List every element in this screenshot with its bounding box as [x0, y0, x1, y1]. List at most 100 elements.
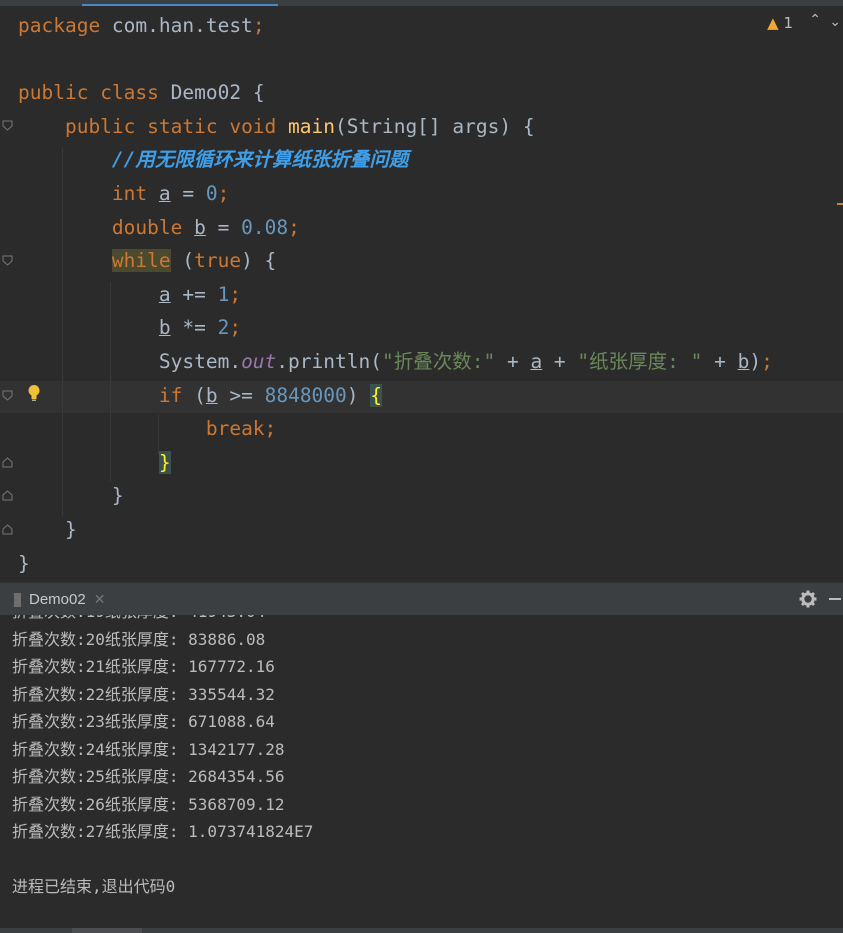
code-token: { [370, 383, 383, 407]
code-token: } [158, 450, 171, 474]
code-line[interactable]: break; [18, 414, 276, 444]
code-token: (String[] args) { [335, 114, 535, 138]
code-token: out [241, 350, 277, 373]
run-tool-window-header: Demo02 ✕ [0, 582, 843, 616]
code-token: *= [170, 316, 218, 340]
code-token: Demo02 { [170, 81, 265, 105]
unfold-icon[interactable] [2, 457, 13, 468]
code-token: double [18, 215, 195, 239]
code-token: ; [229, 316, 242, 340]
code-line[interactable]: System.out.println("折叠次数:" + a + "纸张厚度: … [18, 347, 773, 377]
code-token: } [18, 484, 124, 508]
code-token: } [18, 518, 77, 541]
code-token: 0 [205, 182, 218, 205]
inspection-widget[interactable]: ▲ 1 [767, 14, 793, 32]
code-line[interactable]: } [18, 515, 77, 545]
code-token: public [18, 81, 101, 105]
fold-icon[interactable] [2, 255, 13, 266]
gear-icon[interactable] [799, 590, 817, 608]
code-token: b [205, 383, 218, 407]
code-token: ; [217, 182, 230, 205]
code-token: package [18, 14, 112, 37]
code-token: static [147, 114, 230, 138]
unfold-icon[interactable] [2, 524, 13, 535]
code-line[interactable]: while (true) { [18, 246, 276, 276]
code-token: void [229, 114, 289, 138]
code-token: b [194, 215, 206, 239]
lightbulb-icon[interactable] [27, 384, 41, 402]
console-output[interactable]: 折叠次数:19纸张厚度: 41943.04 折叠次数:20纸张厚度: 83886.… [0, 615, 843, 933]
unfold-icon[interactable] [2, 490, 13, 501]
code-token: 1 [217, 282, 230, 306]
code-line[interactable]: } [18, 549, 30, 579]
code-token: //用无限循环来计算纸张折叠问题 [111, 148, 409, 172]
scrollbar-thumb[interactable] [72, 928, 142, 933]
editor-tab-strip [0, 0, 843, 6]
code-line[interactable]: public static void main(String[] args) { [18, 112, 535, 142]
code-token: com.han.test [111, 14, 253, 37]
code-token: a [158, 182, 171, 205]
code-token: } [18, 551, 30, 575]
code-line[interactable]: a += 1; [18, 280, 241, 310]
active-tab-indicator [82, 4, 278, 6]
code-token: ; [229, 282, 242, 306]
hide-icon[interactable] [829, 598, 841, 600]
run-config-icon [14, 592, 21, 607]
fold-icon[interactable] [2, 120, 13, 131]
code-line[interactable]: public class Demo02 { [18, 78, 265, 108]
code-editor[interactable]: package com.han.test; public class Demo02… [0, 0, 843, 582]
code-token: = [205, 215, 242, 239]
code-token: ; [288, 215, 300, 239]
code-token: if [158, 383, 195, 407]
code-line[interactable]: b *= 2; [18, 313, 241, 343]
code-token: 8848000 [264, 383, 347, 407]
output-line: 折叠次数:26纸张厚度: 5368709.12 [12, 794, 285, 814]
code-token: ; [252, 14, 265, 37]
code-line[interactable]: } [18, 448, 171, 478]
code-line[interactable]: package com.han.test; [18, 11, 265, 41]
error-stripe-marker[interactable] [837, 203, 843, 205]
code-token: ) { [241, 249, 277, 273]
fold-icon[interactable] [2, 390, 13, 401]
code-line[interactable]: } [18, 481, 124, 511]
close-icon[interactable]: ✕ [94, 591, 106, 608]
code-token: 2 [217, 316, 230, 340]
code-token: a [158, 282, 171, 306]
code-token: "折叠次数:" [381, 350, 496, 373]
chevron-up-icon[interactable]: ⌃ [809, 12, 821, 28]
code-line[interactable]: double b = 0.08; [18, 213, 300, 243]
code-token: >= [217, 383, 265, 407]
horizontal-scrollbar[interactable] [0, 928, 843, 933]
chevron-down-icon[interactable]: ⌄ [829, 14, 841, 30]
code-token: ) [346, 383, 371, 407]
code-token: a [530, 350, 543, 373]
code-line[interactable]: //用无限循环来计算纸张折叠问题 [18, 145, 408, 175]
code-token: .println( [276, 350, 382, 373]
code-token: b [737, 350, 750, 373]
code-token: ) [749, 350, 762, 373]
output-line: 进程已结束,退出代码0 [12, 877, 176, 896]
code-line[interactable]: if (b >= 8848000) { [18, 381, 383, 411]
code-token: System. [18, 350, 242, 373]
code-token: "纸张厚度: " [577, 350, 703, 373]
code-token: break [205, 417, 265, 441]
output-line: 折叠次数:27纸张厚度: 1.073741824E7 [12, 822, 314, 841]
output-line: 折叠次数:19纸张厚度: 41943.04 [12, 615, 265, 625]
output-line: 折叠次数:24纸张厚度: 1342177.28 [12, 739, 285, 759]
code-token: ; [761, 350, 773, 373]
code-token: while [111, 249, 171, 273]
code-token: + [495, 350, 531, 373]
code-token: + [542, 350, 578, 373]
code-token: true [194, 249, 242, 273]
output-line: 折叠次数:23纸张厚度: 671088.64 [12, 712, 275, 731]
run-tab-demo02[interactable]: Demo02 ✕ [0, 583, 116, 616]
code-token: b [158, 316, 171, 340]
code-token: main [288, 114, 335, 138]
code-line[interactable]: int a = 0; [18, 179, 229, 209]
code-token: ; [264, 417, 277, 441]
output-line: 折叠次数:22纸张厚度: 335544.32 [12, 684, 275, 704]
